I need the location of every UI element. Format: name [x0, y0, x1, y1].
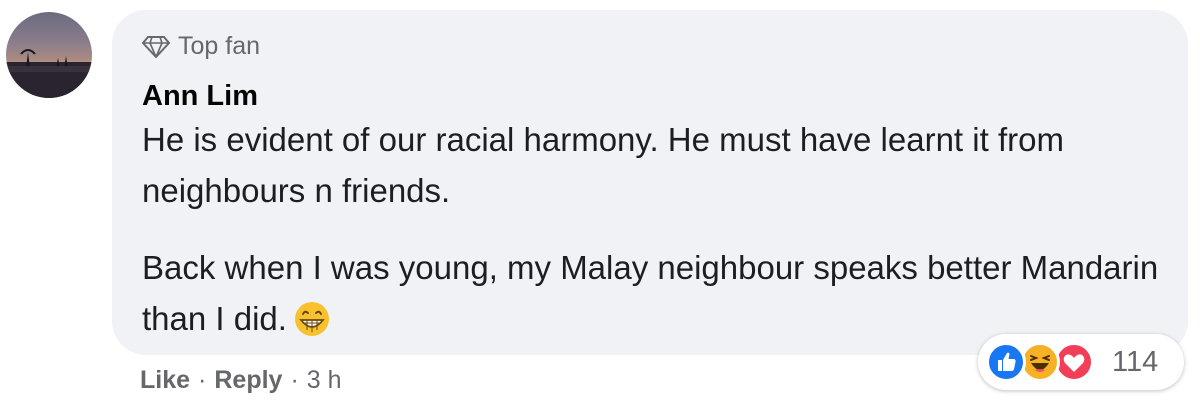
diamond-icon [142, 35, 170, 58]
timestamp[interactable]: 3 h [307, 366, 342, 395]
like-reaction-icon [986, 342, 1026, 382]
avatar[interactable] [6, 12, 92, 98]
badge-label: Top fan [178, 32, 261, 60]
separator: · [198, 366, 207, 394]
reaction-icons [986, 340, 1104, 384]
reaction-count: 114 [1112, 345, 1159, 378]
comment-actions: Like · Reply · 3 h [140, 366, 342, 395]
separator: · [290, 366, 299, 394]
reactions-summary[interactable]: 114 [978, 334, 1184, 390]
comment-paragraph: He is evident of our racial harmony. He … [142, 121, 1064, 209]
haha-reaction-icon [1020, 342, 1060, 382]
like-button[interactable]: Like [140, 366, 190, 395]
love-reaction-icon [1054, 342, 1094, 382]
top-fan-badge[interactable]: Top fan [142, 32, 260, 61]
reply-button[interactable]: Reply [214, 366, 282, 395]
author-name[interactable]: Ann Lim [142, 80, 258, 113]
avatar-photo [6, 49, 92, 98]
grinning-face-icon [293, 300, 331, 352]
comment-bubble: Top fan Ann Lim He is evident of our rac… [112, 10, 1188, 355]
